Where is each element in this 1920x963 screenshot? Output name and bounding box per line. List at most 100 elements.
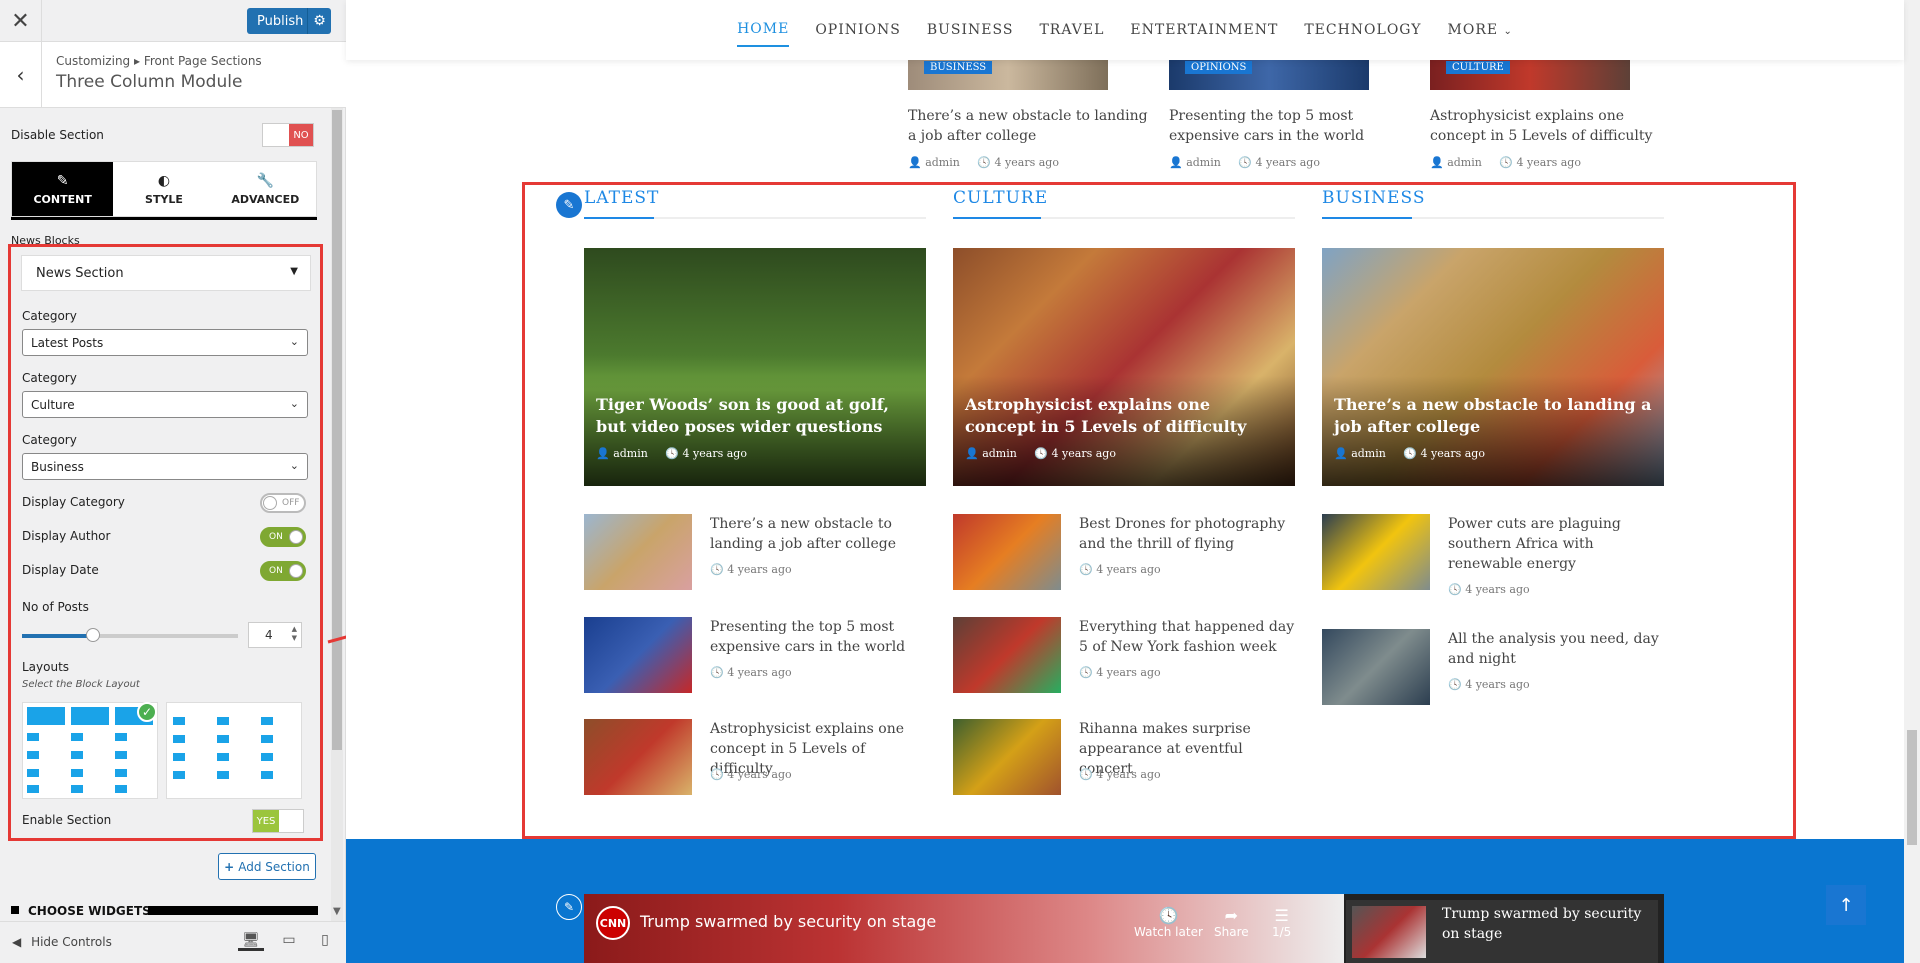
- list-post-title[interactable]: Power cuts are plaguing southern Africa …: [1448, 514, 1664, 574]
- slider-handle[interactable]: [86, 628, 100, 642]
- list-post-date: 🕓 4 years ago: [710, 563, 792, 576]
- toggle-knob: [263, 496, 277, 510]
- layout-block: [71, 785, 83, 793]
- tab-advanced[interactable]: 🔧 ADVANCED: [215, 162, 316, 216]
- customizer-sidebar: ✕ Publish ⚙ ‹ Customizing ▸ Front Page S…: [0, 0, 346, 963]
- playlist-button[interactable]: ☰ 1/5: [1272, 906, 1291, 939]
- news-section-header[interactable]: News Section ▼: [21, 255, 311, 291]
- post-thumbnail[interactable]: [584, 617, 692, 693]
- clock-icon: 🕓: [710, 563, 724, 576]
- video-title[interactable]: Trump swarmed by security on stage: [640, 912, 936, 931]
- channel-logo[interactable]: CNN: [596, 906, 630, 940]
- watch-later-button[interactable]: 🕓 Watch later: [1134, 906, 1203, 939]
- category-badge[interactable]: CULTURE: [1446, 61, 1510, 74]
- featured-title[interactable]: Astrophysicist explains one concept in 5…: [965, 394, 1285, 438]
- breadcrumb: Customizing ▸ Front Page Sections: [56, 54, 262, 68]
- featured-post[interactable]: Astrophysicist explains one concept in 5…: [953, 248, 1295, 486]
- category-badge[interactable]: BUSINESS: [924, 61, 993, 74]
- publish-button[interactable]: Publish ⚙: [247, 8, 331, 34]
- post-author[interactable]: admin: [1447, 156, 1482, 169]
- clock-icon: 🕓: [710, 666, 724, 679]
- post-thumbnail[interactable]: [953, 514, 1061, 590]
- palette-icon: ◐: [157, 172, 171, 189]
- featured-post[interactable]: There’s a new obstacle to landing a job …: [1322, 248, 1664, 486]
- post-thumbnail[interactable]: [584, 719, 692, 795]
- featured-author[interactable]: admin: [982, 447, 1017, 460]
- featured-author[interactable]: admin: [1351, 447, 1386, 460]
- edit-pencil-icon[interactable]: ✎: [556, 192, 582, 218]
- nav-more[interactable]: MORE ⌄: [1448, 14, 1513, 46]
- video-player[interactable]: CNN Trump swarmed by security on stage 🕓…: [584, 894, 1664, 963]
- layout-option-2[interactable]: [166, 702, 302, 799]
- no-of-posts-input[interactable]: 4 ▲ ▼: [248, 622, 302, 648]
- nav-home[interactable]: HOME: [737, 13, 790, 47]
- post-author[interactable]: admin: [1186, 156, 1221, 169]
- playlist-item-title[interactable]: Trump swarmed by security on stage: [1442, 904, 1652, 944]
- no-of-posts-slider[interactable]: [22, 628, 238, 642]
- post-title[interactable]: Astrophysicist explains one concept in 5…: [1430, 106, 1652, 146]
- list-post-title[interactable]: Everything that happened day 5 of New Yo…: [1079, 617, 1295, 657]
- hide-controls-button[interactable]: ◀ Hide Controls: [12, 935, 112, 949]
- list-post-title[interactable]: Presenting the top 5 most expensive cars…: [710, 617, 926, 657]
- enable-section-toggle[interactable]: YES: [252, 809, 304, 833]
- nav-technology[interactable]: TECHNOLOGY: [1304, 14, 1421, 46]
- featured-author[interactable]: admin: [613, 447, 648, 460]
- post-thumbnail[interactable]: [953, 617, 1061, 693]
- tab-content[interactable]: ✎ CONTENT: [12, 162, 114, 216]
- mobile-icon[interactable]: ▯: [312, 932, 338, 948]
- post-thumbnail[interactable]: [1322, 629, 1430, 705]
- post-thumbnail[interactable]: [1322, 514, 1430, 590]
- column-heading-business[interactable]: BUSINESS: [1322, 188, 1425, 208]
- category-select-2[interactable]: Culture ⌄: [22, 391, 308, 418]
- clock-icon: 🕓: [1079, 563, 1093, 576]
- column-heading-latest[interactable]: LATEST: [584, 188, 659, 208]
- display-author-toggle[interactable]: ON: [260, 527, 306, 547]
- post-thumbnail[interactable]: [584, 514, 692, 590]
- nav-opinions[interactable]: OPINIONS: [815, 14, 901, 46]
- nav-business[interactable]: BUSINESS: [927, 14, 1014, 46]
- category-select-1[interactable]: Latest Posts ⌄: [22, 329, 308, 356]
- stepper-arrows-icon[interactable]: ▲ ▼: [292, 625, 297, 643]
- post-author[interactable]: admin: [925, 156, 960, 169]
- playlist-thumbnail[interactable]: [1352, 906, 1426, 958]
- close-icon[interactable]: ✕: [0, 0, 42, 42]
- featured-title[interactable]: Tiger Woods’ son is good at golf, but vi…: [596, 394, 916, 438]
- display-category-toggle[interactable]: OFF: [260, 493, 306, 513]
- tab-style[interactable]: ◐ STYLE: [113, 162, 214, 216]
- edit-pencil-icon[interactable]: ✎: [556, 894, 582, 920]
- add-section-button[interactable]: + Add Section: [218, 853, 316, 880]
- tablet-icon[interactable]: ▭: [276, 932, 302, 948]
- post-thumbnail[interactable]: [953, 719, 1061, 795]
- post-title-line: There’s a new obstacle to landing: [908, 108, 1148, 124]
- add-section-label: Add Section: [238, 859, 310, 874]
- sidebar-scrollbar[interactable]: [331, 108, 343, 928]
- disable-section-toggle[interactable]: NO: [262, 123, 314, 147]
- playlist-item[interactable]: Trump swarmed by security on stage: [1346, 900, 1658, 963]
- category-select-3[interactable]: Business ⌄: [22, 453, 308, 480]
- post-title[interactable]: Presenting the top 5 most expensive cars…: [1169, 106, 1364, 146]
- scroll-to-top-button[interactable]: ↑: [1826, 885, 1866, 925]
- preview-scrollbar[interactable]: [1904, 0, 1920, 963]
- category-badge[interactable]: OPINIONS: [1185, 61, 1253, 74]
- scrollbar-thumb[interactable]: [1907, 730, 1917, 845]
- post-meta: 👤 admin 🕓 4 years ago: [1169, 156, 1320, 169]
- featured-title[interactable]: There’s a new obstacle to landing a job …: [1334, 394, 1654, 438]
- desktop-icon[interactable]: 🖥: [238, 932, 264, 951]
- clock-icon: 🕓: [977, 156, 992, 169]
- choose-widgets-label[interactable]: CHOOSE WIDGETS: [28, 904, 151, 918]
- post-title-line: expensive cars in the world: [1169, 128, 1365, 144]
- display-date-toggle[interactable]: ON: [260, 561, 306, 581]
- scroll-down-icon[interactable]: ▼: [333, 906, 341, 917]
- back-arrow-icon[interactable]: ‹: [0, 42, 42, 108]
- list-post-title[interactable]: All the analysis you need, day and night: [1448, 629, 1664, 669]
- list-post-title[interactable]: Best Drones for photography and the thri…: [1079, 514, 1295, 554]
- nav-travel[interactable]: TRAVEL: [1039, 14, 1104, 46]
- share-label: Share: [1214, 925, 1249, 939]
- column-heading-culture[interactable]: CULTURE: [953, 188, 1048, 208]
- nav-entertainment[interactable]: ENTERTAINMENT: [1130, 14, 1278, 46]
- share-button[interactable]: ➦ Share: [1214, 906, 1249, 939]
- featured-post[interactable]: Tiger Woods’ son is good at golf, but vi…: [584, 248, 926, 486]
- list-post-title[interactable]: There’s a new obstacle to landing a job …: [710, 514, 926, 554]
- post-title[interactable]: There’s a new obstacle to landing a job …: [908, 106, 1148, 146]
- gear-icon[interactable]: ⚙: [307, 8, 331, 34]
